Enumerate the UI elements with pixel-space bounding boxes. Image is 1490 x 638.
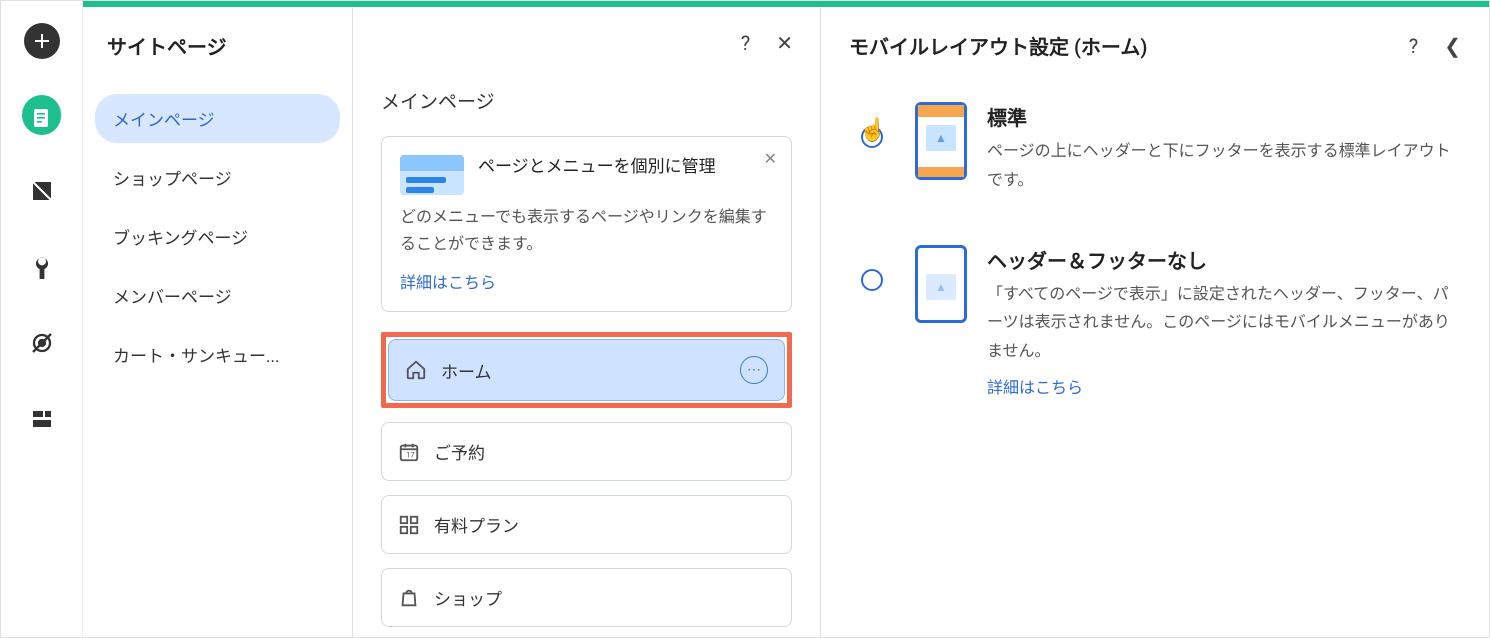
help-icon[interactable]: ?	[1409, 34, 1418, 58]
highlighted-page-frame: ホーム ⋯	[381, 332, 792, 408]
info-body: どのメニューでも表示するページやリンクを編集することができます。	[400, 203, 773, 257]
option-desc: 「すべてのページで表示」に設定されたヘッダー、フッター、パーツは表示されません。…	[987, 280, 1461, 366]
help-icon[interactable]: ?	[741, 31, 750, 55]
radio-standard[interactable]	[861, 126, 883, 148]
hide-icon[interactable]	[22, 323, 62, 363]
pages-icon[interactable]	[22, 95, 62, 135]
page-item-booking[interactable]: 17 ご予約	[381, 422, 792, 481]
phone-preview-standard: ▲	[915, 102, 967, 180]
option-link[interactable]: 詳細はこちら	[987, 374, 1083, 398]
info-title: ページとメニューを個別に管理	[478, 155, 716, 181]
categories-header: サイトページ	[83, 7, 352, 84]
category-booking[interactable]: ブッキングページ	[95, 212, 340, 261]
category-shop[interactable]: ショップページ	[95, 153, 340, 202]
option-desc: ページの上にヘッダーと下にフッターを表示する標準レイアウトです。	[987, 137, 1461, 195]
info-close-icon[interactable]: ✕	[764, 149, 777, 168]
category-cart[interactable]: カート・サンキュー...	[95, 330, 340, 379]
page-item-shop[interactable]: ショップ	[381, 568, 792, 627]
page-label: 有料プラン	[434, 512, 775, 537]
layout-option-standard[interactable]: ☝️ ▲ 標準 ページの上にヘッダーと下にフッターを表示する標準レイアウトです。	[849, 102, 1461, 195]
radio-noheaderfooter[interactable]	[861, 269, 883, 291]
pages-panel: ? ✕ メインページ ✕ ページとメニューを個別に管理 どのメニューでも表示する…	[353, 1, 821, 637]
category-member[interactable]: メンバーページ	[95, 271, 340, 320]
grid-icon	[398, 514, 420, 536]
page-label: ご予約	[434, 439, 775, 464]
category-list: メインページ ショップページ ブッキングページ メンバーページ カート・サンキュ…	[83, 84, 352, 399]
pages-panel-header: ? ✕	[353, 7, 821, 79]
add-icon[interactable]	[24, 23, 60, 59]
design-icon[interactable]	[22, 171, 62, 211]
phone-preview-nohf: ▲	[915, 245, 967, 323]
bag-icon	[398, 587, 420, 609]
sections-icon[interactable]	[22, 399, 62, 439]
option-title: 標準	[987, 102, 1461, 131]
layout-option-noheaderfooter[interactable]: ▲ ヘッダー＆フッターなし 「すべてのページで表示」に設定されたヘッダー、フッタ…	[849, 245, 1461, 398]
home-icon	[405, 359, 427, 381]
tool-rail	[1, 1, 83, 637]
settings-header: モバイルレイアウト設定 (ホーム) ? ❮	[821, 7, 1489, 84]
page-label: ホーム	[441, 358, 726, 383]
close-icon[interactable]: ✕	[776, 31, 793, 55]
svg-text:17: 17	[406, 450, 414, 459]
info-card: ✕ ページとメニューを個別に管理 どのメニューでも表示するページやリンクを編集す…	[381, 136, 792, 312]
info-link[interactable]: 詳細はこちら	[400, 269, 496, 293]
mobile-layout-panel: モバイルレイアウト設定 (ホーム) ? ❮ ☝️ ▲ 標準 ページの	[821, 1, 1489, 637]
settings-title: モバイルレイアウト設定 (ホーム)	[849, 31, 1147, 60]
page-item-plans[interactable]: 有料プラン	[381, 495, 792, 554]
page-categories-panel: サイトページ メインページ ショップページ ブッキングページ メンバーページ カ…	[83, 1, 353, 637]
tools-icon[interactable]	[22, 247, 62, 287]
info-thumb-icon	[400, 155, 464, 195]
category-main[interactable]: メインページ	[95, 94, 340, 143]
page-item-home[interactable]: ホーム ⋯	[388, 339, 785, 401]
more-icon[interactable]: ⋯	[740, 356, 768, 384]
back-icon[interactable]: ❮	[1444, 34, 1461, 58]
top-accent-bar	[83, 1, 1489, 7]
page-label: ショップ	[434, 585, 775, 610]
calendar-icon: 17	[398, 441, 420, 463]
pages-heading: メインページ	[381, 87, 792, 114]
option-title: ヘッダー＆フッターなし	[987, 245, 1461, 274]
categories-title: サイトページ	[107, 31, 227, 60]
